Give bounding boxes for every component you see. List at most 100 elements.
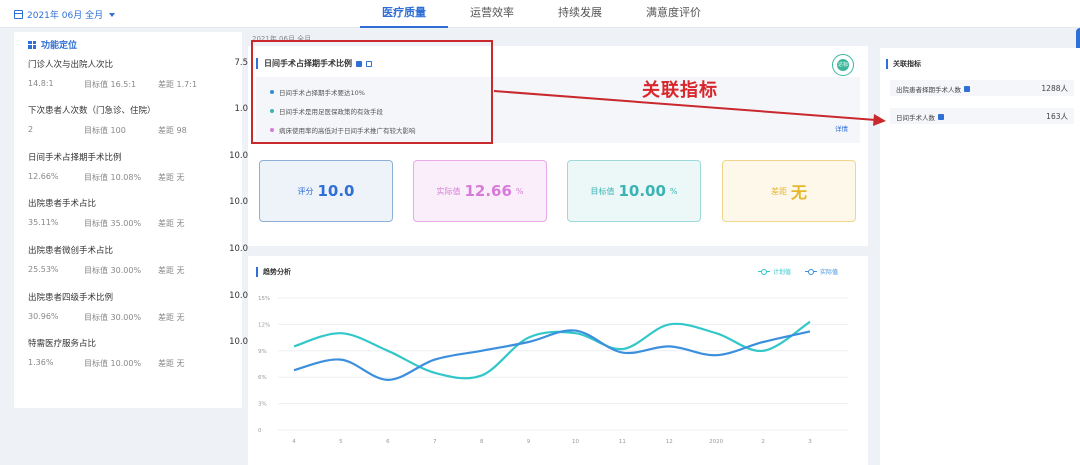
x-tick-label: 2 xyxy=(761,439,765,445)
x-tick-label: 7 xyxy=(433,439,437,445)
tab-operation-efficiency[interactable]: 运营效率 xyxy=(448,0,536,28)
info-icon xyxy=(964,86,970,92)
kpi-value: 14.8:1 xyxy=(28,79,54,88)
kpi-item[interactable]: 出院患者微创手术占比 10.0 25.53% 目标值 30.00% 差距 无 xyxy=(28,244,248,276)
y-tick-label: 0 xyxy=(258,428,262,434)
kpi-item[interactable]: 下次患者人次数（门急诊、住院） 1.0 2 目标值 100 差距 98 xyxy=(28,104,248,136)
actual-series-line xyxy=(293,329,811,381)
kpi-value: 35.11% xyxy=(28,218,59,227)
metric-value: 10.00 xyxy=(618,182,666,200)
status-badge: 达标 xyxy=(832,54,854,76)
tab-medical-quality[interactable]: 医疗质量 xyxy=(360,0,448,28)
kpi-gap: 差距 无 xyxy=(158,266,185,275)
trend-analysis-card: 趋势分析 计划值 实际值 0 3% 6% 9% 12% 15% 4 5 6 7 8 9 10 11 12 20… xyxy=(248,256,868,465)
annotation-highlight-box xyxy=(251,40,493,144)
kpi-score: 7.5 xyxy=(234,58,248,68)
kpi-name: 出院患者四级手术比例 xyxy=(28,293,114,303)
kpi-gap: 差距 无 xyxy=(158,313,185,322)
info-icon xyxy=(938,114,944,120)
metric-label: 评分 xyxy=(297,186,314,196)
kpi-target: 目标值 10.00% xyxy=(84,359,142,368)
kpi-name: 门诊人次与出院人次比 xyxy=(28,60,114,70)
metric-value: 12.66 xyxy=(464,182,512,200)
trend-chart: 0 3% 6% 9% 12% 15% 4 5 6 7 8 9 10 11 12 2020 2 3 xyxy=(258,296,848,445)
kpi-score: 10.0 xyxy=(229,291,248,301)
kpi-item[interactable]: 特需医疗服务占比 10.0 1.36% 目标值 10.00% 差距 无 xyxy=(28,337,248,369)
target-value-metric: 目标值 10.00 % xyxy=(567,160,701,222)
related-item-count: 1288人 xyxy=(1041,84,1068,93)
x-tick-label: 8 xyxy=(480,439,484,445)
metric-label: 目标值 xyxy=(590,186,615,196)
related-item-count: 163人 xyxy=(1046,112,1068,121)
annotation-label: 关联指标 xyxy=(642,80,718,101)
kpi-score: 10.0 xyxy=(229,337,248,347)
x-tick-label: 11 xyxy=(619,439,626,445)
metric-unit: % xyxy=(515,186,524,196)
x-tick-label: 4 xyxy=(292,439,296,445)
kpi-item[interactable]: 出院患者手术占比 10.0 35.11% 目标值 35.00% 差距 无 xyxy=(28,197,248,229)
y-tick-label: 3% xyxy=(258,402,267,408)
kpi-score: 1.0 xyxy=(234,104,248,114)
kpi-item[interactable]: 日间手术占择期手术比例 10.0 12.66% 目标值 10.08% 差距 无 xyxy=(28,151,248,183)
x-tick-label: 9 xyxy=(527,439,531,445)
metric-label: 差距 xyxy=(770,186,787,196)
metric-label: 实际值 xyxy=(436,186,461,196)
x-tick-label: 5 xyxy=(339,439,343,445)
gap-metric: 差距 无 xyxy=(722,160,856,222)
kpi-target: 目标值 30.00% xyxy=(84,266,142,275)
kpi-name: 日间手术占择期手术比例 xyxy=(28,153,122,163)
kpi-target: 目标值 100 xyxy=(84,126,126,135)
kpi-gap: 差距 无 xyxy=(158,359,185,368)
kpi-gap: 差距 无 xyxy=(158,173,185,182)
caret-down-icon xyxy=(109,12,116,17)
detail-link[interactable]: 详情 xyxy=(835,123,848,133)
related-indicators-panel: 关联指标 出院患者择期手术人数 1288人 日间手术人数 163人 xyxy=(880,48,1080,465)
kpi-score: 10.0 xyxy=(229,244,248,254)
panel-title: 功能定位 xyxy=(28,38,77,51)
date-label: 2021年 06月 全月 xyxy=(27,11,104,21)
y-tick-label: 9% xyxy=(258,349,267,355)
kpi-item[interactable]: 门诊人次与出院人次比 7.5 14.8:1 目标值 16.5:1 差距 1.7:1 xyxy=(28,58,248,90)
x-tick-label: 3 xyxy=(808,439,812,445)
kpi-value: 1.36% xyxy=(28,358,54,367)
kpi-score: 10.0 xyxy=(229,151,248,161)
kpi-value: 2 xyxy=(28,125,34,134)
related-title: 关联指标 xyxy=(886,59,921,69)
y-tick-label: 15% xyxy=(258,296,270,302)
panel-title-text: 功能定位 xyxy=(41,41,78,51)
kpi-name: 特需医疗服务占比 xyxy=(28,339,97,349)
score-metric: 评分 10.0 xyxy=(259,160,393,222)
kpi-name: 出院患者微创手术占比 xyxy=(28,246,114,256)
x-tick-label: 10 xyxy=(572,439,579,445)
date-selector[interactable]: 2021年 06月 全月 xyxy=(14,8,116,21)
top-bar: 2021年 06月 全月 医疗质量 运营效率 持续发展 满意度评价 xyxy=(0,0,1080,28)
calendar-icon xyxy=(14,10,23,19)
tab-satisfaction-evaluation[interactable]: 满意度评价 xyxy=(624,0,723,28)
kpi-gap: 差距 98 xyxy=(158,126,187,135)
related-item-name: 出院患者择期手术人数 xyxy=(896,86,961,94)
related-item[interactable]: 日间手术人数 163人 xyxy=(890,108,1074,124)
related-item[interactable]: 出院患者择期手术人数 1288人 xyxy=(890,80,1074,96)
kpi-target: 目标值 35.00% xyxy=(84,219,142,228)
function-position-panel: 功能定位 门诊人次与出院人次比 7.5 14.8:1 目标值 16.5:1 差距 1… xyxy=(14,32,248,408)
x-tick-label: 2020 xyxy=(709,439,723,445)
metric-value: 无 xyxy=(790,183,807,202)
kpi-target: 目标值 16.5:1 xyxy=(84,80,137,89)
main-tabs: 医疗质量 运营效率 持续发展 满意度评价 xyxy=(360,0,723,28)
kpi-value: 12.66% xyxy=(28,172,59,181)
metric-unit: % xyxy=(669,186,678,196)
kpi-gap: 差距 1.7:1 xyxy=(158,80,198,89)
kpi-value: 30.96% xyxy=(28,312,59,321)
kpi-gap: 差距 无 xyxy=(158,219,185,228)
related-item-name: 日间手术人数 xyxy=(896,114,935,122)
kpi-target: 目标值 10.08% xyxy=(84,173,142,182)
y-tick-label: 6% xyxy=(258,375,267,381)
kpi-name: 出院患者手术占比 xyxy=(28,199,97,209)
grid-icon xyxy=(28,40,36,49)
kpi-item[interactable]: 出院患者四级手术比例 10.0 30.96% 目标值 30.00% 差距 无 xyxy=(28,291,248,323)
kpi-target: 目标值 30.00% xyxy=(84,313,142,322)
kpi-score: 10.0 xyxy=(229,197,248,207)
metric-value: 10.0 xyxy=(317,182,355,200)
y-tick-label: 12% xyxy=(258,322,270,328)
tab-sustainable-development[interactable]: 持续发展 xyxy=(536,0,624,28)
